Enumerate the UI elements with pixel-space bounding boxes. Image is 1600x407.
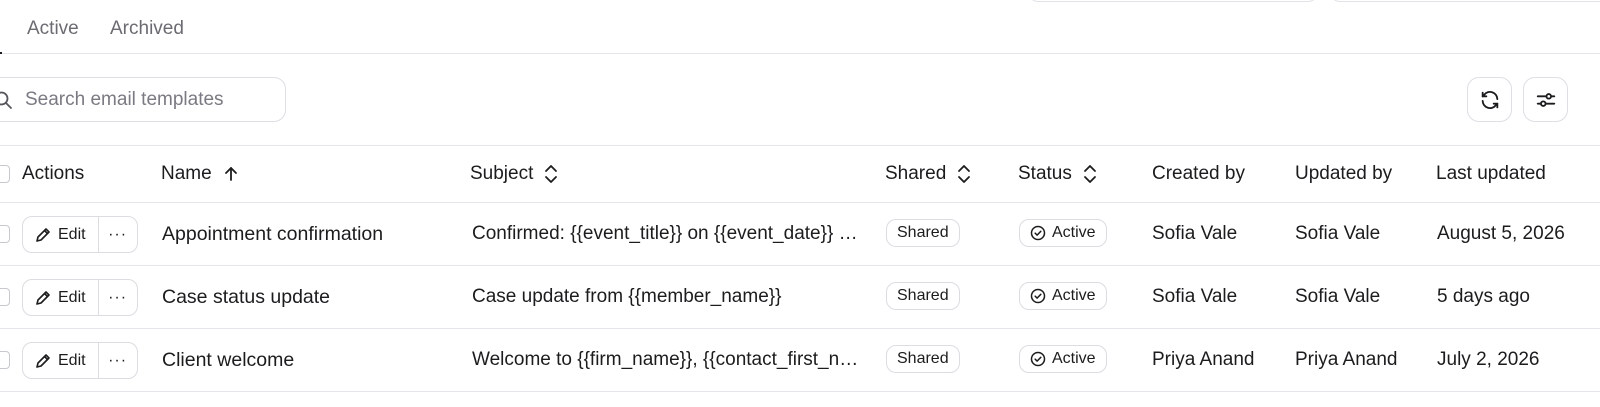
- tab-active[interactable]: Active: [27, 18, 79, 40]
- more-options-button[interactable]: ···: [99, 217, 137, 252]
- template-name[interactable]: Appointment confirmation: [162, 223, 383, 246]
- header-name-label: Name: [161, 163, 212, 184]
- check-circle-icon: [1030, 351, 1046, 367]
- header-last-updated: Last updated: [1436, 163, 1546, 185]
- header-actions-label: Actions: [22, 163, 85, 184]
- select-all-checkbox[interactable]: [0, 165, 10, 183]
- pencil-icon: [36, 227, 50, 242]
- tab-bar: Active Archived: [0, 0, 1600, 54]
- header-created-by: Created by: [1152, 163, 1245, 185]
- search-box[interactable]: [0, 77, 286, 122]
- table-header: Actions Name Subject Shared Status Creat…: [0, 145, 1600, 203]
- shared-badge: Shared: [886, 282, 960, 310]
- refresh-button[interactable]: [1467, 77, 1512, 122]
- last-updated: July 2, 2026: [1437, 349, 1540, 370]
- shared-badge-label: Shared: [897, 224, 949, 241]
- chevron-up-down-icon: [1083, 165, 1096, 183]
- tab-archived[interactable]: Archived: [110, 18, 184, 40]
- tab-selected-indicator[interactable]: [0, 10, 2, 54]
- table-row[interactable]: Edit ··· Case status update Case update …: [0, 266, 1600, 329]
- edit-button-label: Edit: [58, 288, 86, 306]
- row-checkbox[interactable]: [0, 351, 10, 369]
- row-actions: Edit ···: [22, 279, 138, 316]
- table-row[interactable]: Edit ··· Client welcome Welcome to {{fir…: [0, 329, 1600, 392]
- header-shared[interactable]: Shared: [885, 163, 972, 185]
- template-subject: Case update from {{member_name}}: [472, 286, 782, 307]
- chevron-up-down-icon: [545, 165, 558, 183]
- header-last-updated-label: Last updated: [1436, 163, 1546, 184]
- filters-button[interactable]: [1523, 77, 1568, 122]
- updated-by: Sofia Vale: [1295, 286, 1381, 307]
- header-created-by-label: Created by: [1152, 163, 1245, 184]
- last-updated: August 5, 2026: [1437, 223, 1565, 244]
- header-shared-label: Shared: [885, 163, 947, 184]
- header-status-label: Status: [1018, 163, 1072, 184]
- created-by: Sofia Vale: [1152, 286, 1238, 307]
- edit-button[interactable]: Edit: [23, 217, 99, 252]
- status-badge-label: Active: [1052, 350, 1096, 367]
- chevron-up-down-icon: [958, 165, 971, 183]
- more-options-button[interactable]: ···: [99, 343, 137, 378]
- pencil-icon: [36, 353, 50, 368]
- header-name[interactable]: Name: [161, 163, 240, 185]
- search-input[interactable]: [25, 78, 275, 121]
- shared-badge: Shared: [886, 219, 960, 247]
- last-updated: 5 days ago: [1437, 286, 1530, 307]
- template-name[interactable]: Case status update: [162, 286, 330, 309]
- templates-table: Actions Name Subject Shared Status Creat…: [0, 145, 1600, 392]
- created-by: Sofia Vale: [1152, 223, 1238, 244]
- edit-button-label: Edit: [58, 225, 86, 243]
- more-options-button[interactable]: ···: [99, 280, 137, 315]
- table-row[interactable]: Edit ··· Appointment confirmation Confir…: [0, 203, 1600, 266]
- header-subject-label: Subject: [470, 163, 534, 184]
- row-checkbox[interactable]: [0, 225, 10, 243]
- edit-button[interactable]: Edit: [23, 343, 99, 378]
- search-icon: [0, 91, 12, 109]
- pencil-icon: [36, 290, 50, 305]
- status-badge-label: Active: [1052, 287, 1096, 304]
- header-subject[interactable]: Subject: [470, 163, 559, 185]
- header-updated-by-label: Updated by: [1295, 163, 1393, 184]
- status-badge: Active: [1019, 282, 1107, 310]
- shared-badge: Shared: [886, 345, 960, 373]
- shared-badge-label: Shared: [897, 350, 949, 367]
- check-circle-icon: [1030, 225, 1046, 241]
- edit-button[interactable]: Edit: [23, 280, 99, 315]
- row-actions: Edit ···: [22, 216, 138, 253]
- row-checkbox[interactable]: [0, 288, 10, 306]
- updated-by: Sofia Vale: [1295, 223, 1381, 244]
- template-name[interactable]: Client welcome: [162, 349, 294, 372]
- status-badge: Active: [1019, 219, 1107, 247]
- shared-badge-label: Shared: [897, 287, 949, 304]
- header-updated-by: Updated by: [1295, 163, 1392, 185]
- template-subject: Confirmed: {{event_title}} on {{event_da…: [472, 223, 864, 244]
- check-circle-icon: [1030, 288, 1046, 304]
- status-badge-label: Active: [1052, 224, 1096, 241]
- header-actions: Actions: [22, 163, 84, 185]
- edit-button-label: Edit: [58, 351, 86, 369]
- created-by: Priya Anand: [1152, 349, 1255, 370]
- status-badge: Active: [1019, 345, 1107, 373]
- row-actions: Edit ···: [22, 342, 138, 379]
- refresh-icon: [1481, 90, 1498, 109]
- updated-by: Priya Anand: [1295, 349, 1398, 370]
- header-status[interactable]: Status: [1018, 163, 1098, 185]
- arrow-up-icon: [224, 167, 237, 181]
- template-subject: Welcome to {{firm_name}}, {{contact_firs…: [472, 349, 864, 370]
- sliders-icon: [1536, 92, 1555, 107]
